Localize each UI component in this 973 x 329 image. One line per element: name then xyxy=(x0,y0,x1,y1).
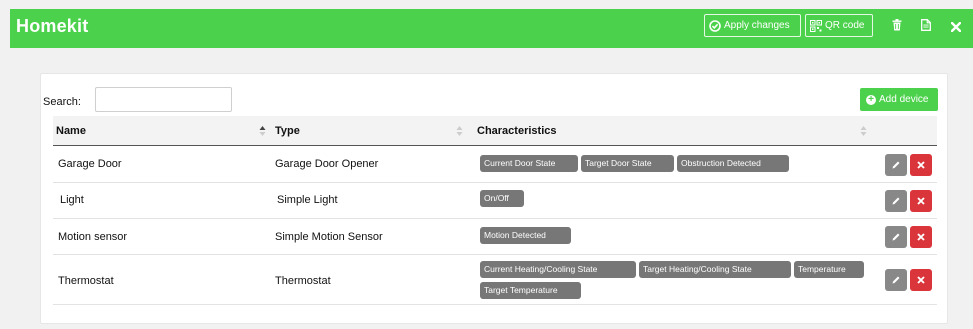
add-device-label: Add device xyxy=(879,94,929,105)
characteristic-tag: Temperature xyxy=(794,261,864,278)
characteristic-tag: Obstruction Detected xyxy=(677,155,789,172)
app-title: Homekit xyxy=(16,16,89,36)
device-name: Thermostat xyxy=(58,275,114,287)
table-row: Light Simple Light On/Off xyxy=(53,183,937,219)
characteristic-tag: Current Heating/Cooling State xyxy=(480,261,636,278)
check-circle-icon xyxy=(709,19,721,32)
device-type: Garage Door Opener xyxy=(275,158,379,170)
delete-button[interactable] xyxy=(910,226,932,248)
device-type: Simple Motion Sensor xyxy=(275,231,383,243)
qr-code-icon xyxy=(810,19,822,32)
delete-button[interactable] xyxy=(910,154,932,176)
pencil-icon xyxy=(892,197,900,205)
characteristic-tag: Target Heating/Cooling State xyxy=(639,261,791,278)
device-name: Motion sensor xyxy=(58,231,128,243)
table-header: Name Type Characteristics xyxy=(53,116,937,146)
table-row: Garage Door Garage Door Opener Current D… xyxy=(53,147,937,183)
device-name: Garage Door xyxy=(58,158,122,170)
edit-button[interactable] xyxy=(885,154,907,176)
devices-panel: Search: + Add device Name Type Character… xyxy=(40,73,948,324)
close-icon[interactable] xyxy=(950,19,962,37)
column-header-characteristics[interactable]: Characteristics xyxy=(477,125,557,137)
delete-button[interactable] xyxy=(910,190,932,212)
add-device-button[interactable]: + Add device xyxy=(860,88,938,111)
x-icon xyxy=(917,161,925,169)
device-name: Light xyxy=(60,194,84,206)
column-header-type[interactable]: Type xyxy=(275,125,300,137)
search-label: Search: xyxy=(43,96,81,108)
characteristic-tag: Motion Detected xyxy=(480,227,571,244)
pencil-icon xyxy=(892,276,900,284)
table-row: Motion sensor Simple Motion Sensor Motio… xyxy=(53,219,937,255)
x-icon xyxy=(917,276,925,284)
edit-button[interactable] xyxy=(885,190,907,212)
apply-changes-label: Apply changes xyxy=(724,20,790,31)
qr-code-label: QR code xyxy=(825,20,865,31)
app-header: Homekit Apply changes QR code xyxy=(10,9,973,48)
device-type: Thermostat xyxy=(275,275,331,287)
sort-icon[interactable] xyxy=(259,124,266,136)
apply-changes-button[interactable]: Apply changes xyxy=(704,14,801,37)
search-input[interactable] xyxy=(95,87,232,112)
file-icon[interactable] xyxy=(921,18,931,36)
sort-icon[interactable] xyxy=(860,124,867,136)
pencil-icon xyxy=(892,161,900,169)
qr-code-button[interactable]: QR code xyxy=(805,14,873,37)
trash-icon[interactable] xyxy=(892,18,902,36)
edit-button[interactable] xyxy=(885,269,907,291)
table-row: Thermostat Thermostat Current Heating/Co… xyxy=(53,255,937,305)
edit-button[interactable] xyxy=(885,226,907,248)
characteristic-tag: On/Off xyxy=(480,190,524,207)
column-header-name[interactable]: Name xyxy=(56,125,86,137)
characteristic-tag: Target Temperature xyxy=(480,282,581,299)
characteristic-tag: Target Door State xyxy=(581,155,674,172)
plus-circle-icon: + xyxy=(866,94,876,105)
characteristic-tag: Current Door State xyxy=(480,155,578,172)
x-icon xyxy=(917,197,925,205)
delete-button[interactable] xyxy=(910,269,932,291)
sort-icon[interactable] xyxy=(456,124,463,136)
pencil-icon xyxy=(892,233,900,241)
device-type: Simple Light xyxy=(277,194,338,206)
x-icon xyxy=(917,233,925,241)
